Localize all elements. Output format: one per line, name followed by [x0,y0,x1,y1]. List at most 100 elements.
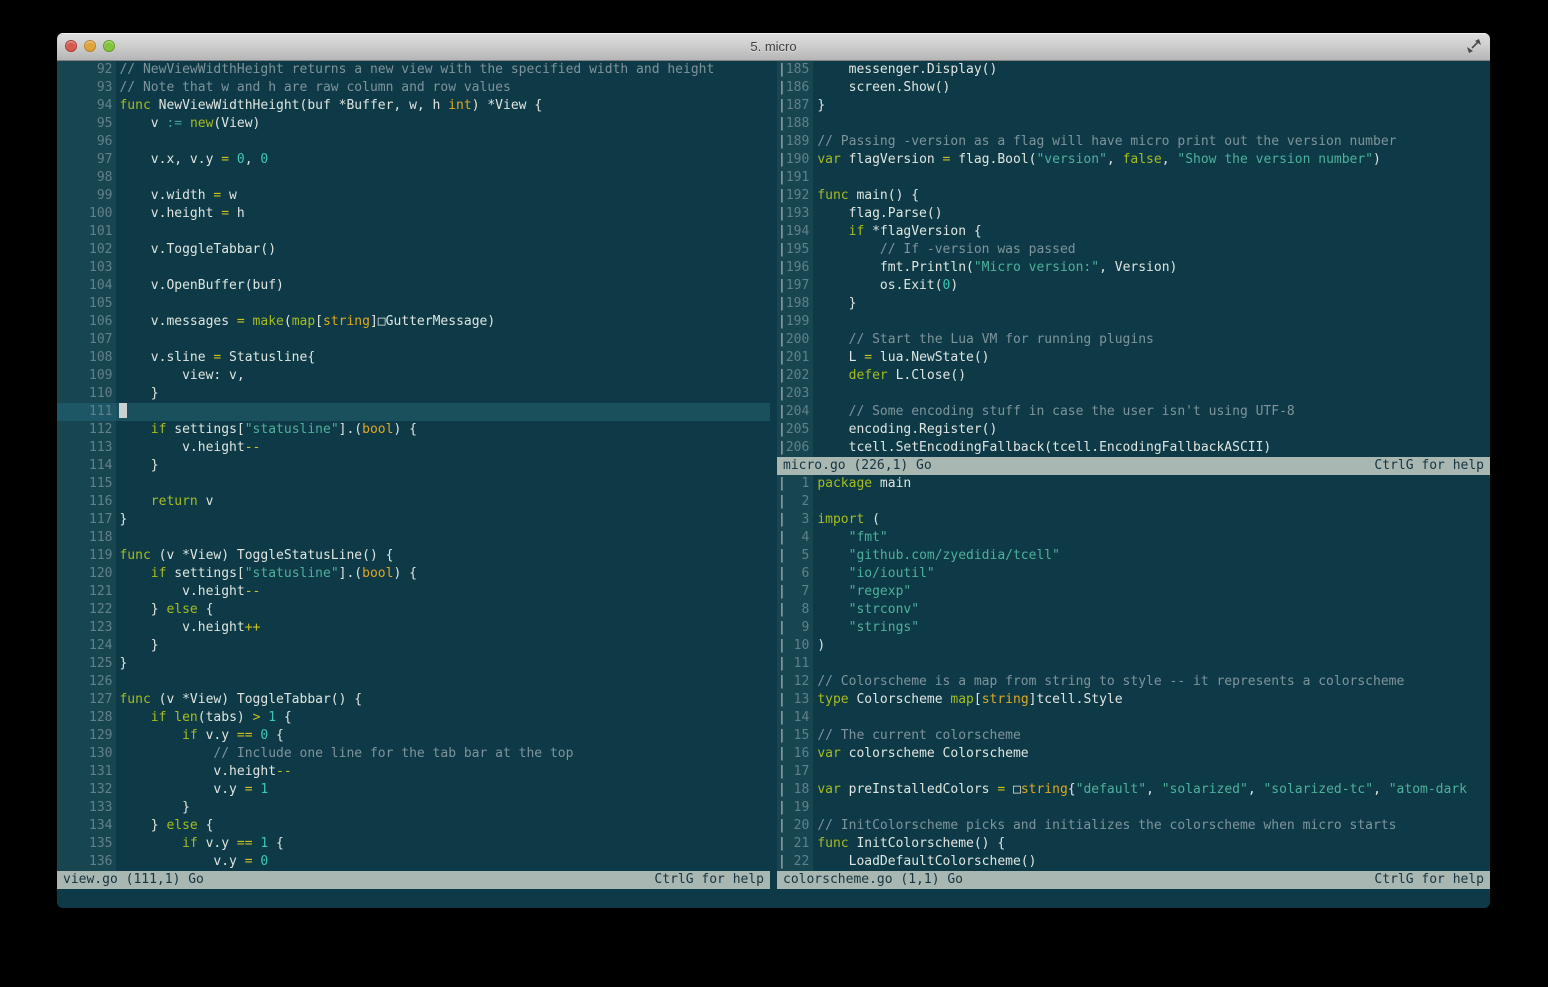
code-line-133[interactable]: 133 } [57,799,770,817]
code-line-126[interactable]: 126 [57,673,770,691]
pane-micro-go[interactable]: |185 messenger.Display()|186 screen.Show… [777,61,1490,457]
code-line-9[interactable]: | 9 "strings" [777,619,1490,637]
code-line-186[interactable]: |186 screen.Show() [777,79,1490,97]
code-line-194[interactable]: |194 if *flagVersion { [777,223,1490,241]
code-line-10[interactable]: | 10) [777,637,1490,655]
code-line-7[interactable]: | 7 "regexp" [777,583,1490,601]
code-line-11[interactable]: | 11 [777,655,1490,673]
code-line-189[interactable]: |189// Passing -version as a flag will h… [777,133,1490,151]
code-line-94[interactable]: 94func NewViewWidthHeight(buf *Buffer, w… [57,97,770,115]
code-line-96[interactable]: 96 [57,133,770,151]
code-line-130[interactable]: 130 // Include one line for the tab bar … [57,745,770,763]
code-line-187[interactable]: |187} [777,97,1490,115]
pane-view-go[interactable]: 92// NewViewWidthHeight returns a new vi… [57,61,770,871]
code-line-109[interactable]: 109 view: v, [57,367,770,385]
code-line-16[interactable]: | 16var colorscheme Colorscheme [777,745,1490,763]
code-line-198[interactable]: |198 } [777,295,1490,313]
split-divider: | [778,260,786,275]
code-line-98[interactable]: 98 [57,169,770,187]
code-line-21[interactable]: | 21func InitColorscheme() { [777,835,1490,853]
code-line-5[interactable]: | 5 "github.com/zyedidia/tcell" [777,547,1490,565]
gutter-cell: 117 [57,511,116,529]
code-line-192[interactable]: |192func main() { [777,187,1490,205]
code-line-105[interactable]: 105 [57,295,770,313]
code-line-3[interactable]: | 3import ( [777,511,1490,529]
code-line-132[interactable]: 132 v.y = 1 [57,781,770,799]
code-line-4[interactable]: | 4 "fmt" [777,529,1490,547]
code-line-127[interactable]: 127func (v *View) ToggleTabbar() { [57,691,770,709]
code-line-201[interactable]: |201 L = lua.NewState() [777,349,1490,367]
code-line-12[interactable]: | 12// Colorscheme is a map from string … [777,673,1490,691]
code-line-190[interactable]: |190var flagVersion = flag.Bool("version… [777,151,1490,169]
pane-colorscheme-go[interactable]: | 1package main| 2| 3import (| 4 "fmt"| … [777,475,1490,871]
code-line-136[interactable]: 136 v.y = 0 [57,853,770,871]
code-line-13[interactable]: | 13type Colorscheme map[string]tcell.St… [777,691,1490,709]
code-line-14[interactable]: | 14 [777,709,1490,727]
code-line-8[interactable]: | 8 "strconv" [777,601,1490,619]
code-line-20[interactable]: | 20// InitColorscheme picks and initial… [777,817,1490,835]
code-line-6[interactable]: | 6 "io/ioutil" [777,565,1490,583]
code-line-108[interactable]: 108 v.sline = Statusline{ [57,349,770,367]
code-line-123[interactable]: 123 v.height++ [57,619,770,637]
code-line-128[interactable]: 128 if len(tabs) > 1 { [57,709,770,727]
code-line-195[interactable]: |195 // If -version was passed [777,241,1490,259]
code-line-203[interactable]: |203 [777,385,1490,403]
code-line-2[interactable]: | 2 [777,493,1490,511]
code-line-202[interactable]: |202 defer L.Close() [777,367,1490,385]
code-line-101[interactable]: 101 [57,223,770,241]
line-number: 188 [786,116,809,131]
code-line-97[interactable]: 97 v.x, v.y = 0, 0 [57,151,770,169]
code-line-19[interactable]: | 19 [777,799,1490,817]
code-line-112[interactable]: 112 if settings["statusline"].(bool) { [57,421,770,439]
code-line-191[interactable]: |191 [777,169,1490,187]
titlebar[interactable]: 5. micro [57,33,1490,61]
code-line-206[interactable]: |206 tcell.SetEncodingFallback(tcell.Enc… [777,439,1490,457]
code-line-125[interactable]: 125} [57,655,770,673]
code-line-111[interactable]: 111 [57,403,770,421]
code-line-124[interactable]: 124 } [57,637,770,655]
code-line-1[interactable]: | 1package main [777,475,1490,493]
gutter-cell: |188 [777,115,813,133]
code-line-100[interactable]: 100 v.height = h [57,205,770,223]
code-line-193[interactable]: |193 flag.Parse() [777,205,1490,223]
code-line-204[interactable]: |204 // Some encoding stuff in case the … [777,403,1490,421]
code-line-93[interactable]: 93// Note that w and h are raw column an… [57,79,770,97]
line-number: 123 [89,620,112,635]
code-line-22[interactable]: | 22 LoadDefaultColorscheme() [777,853,1490,871]
code-line-131[interactable]: 131 v.height-- [57,763,770,781]
code-line-120[interactable]: 120 if settings["statusline"].(bool) { [57,565,770,583]
code-line-119[interactable]: 119func (v *View) ToggleStatusLine() { [57,547,770,565]
code-line-121[interactable]: 121 v.height-- [57,583,770,601]
code-line-113[interactable]: 113 v.height-- [57,439,770,457]
code-line-17[interactable]: | 17 [777,763,1490,781]
code-line-188[interactable]: |188 [777,115,1490,133]
line-number: 191 [786,170,809,185]
code-line-196[interactable]: |196 fmt.Println("Micro version:", Versi… [777,259,1490,277]
code-line-185[interactable]: |185 messenger.Display() [777,61,1490,79]
code-line-197[interactable]: |197 os.Exit(0) [777,277,1490,295]
code-line-99[interactable]: 99 v.width = w [57,187,770,205]
code-line-135[interactable]: 135 if v.y == 1 { [57,835,770,853]
code-line-103[interactable]: 103 [57,259,770,277]
code-line-107[interactable]: 107 [57,331,770,349]
code-line-104[interactable]: 104 v.OpenBuffer(buf) [57,277,770,295]
code-line-18[interactable]: | 18var preInstalledColors = □string{"de… [777,781,1490,799]
code-line-134[interactable]: 134 } else { [57,817,770,835]
code-line-110[interactable]: 110 } [57,385,770,403]
code-line-129[interactable]: 129 if v.y == 0 { [57,727,770,745]
code-line-95[interactable]: 95 v := new(View) [57,115,770,133]
code-line-92[interactable]: 92// NewViewWidthHeight returns a new vi… [57,61,770,79]
code-line-15[interactable]: | 15// The current colorscheme [777,727,1490,745]
code-line-199[interactable]: |199 [777,313,1490,331]
code-line-114[interactable]: 114 } [57,457,770,475]
code-line-205[interactable]: |205 encoding.Register() [777,421,1490,439]
code-line-118[interactable]: 118 [57,529,770,547]
code-line-200[interactable]: |200 // Start the Lua VM for running plu… [777,331,1490,349]
code-line-115[interactable]: 115 [57,475,770,493]
code-line-102[interactable]: 102 v.ToggleTabbar() [57,241,770,259]
code-line-117[interactable]: 117} [57,511,770,529]
code-line-116[interactable]: 116 return v [57,493,770,511]
code-line-106[interactable]: 106 v.messages = make(map[string]□Gutter… [57,313,770,331]
fullscreen-icon[interactable] [1466,38,1482,54]
code-line-122[interactable]: 122 } else { [57,601,770,619]
